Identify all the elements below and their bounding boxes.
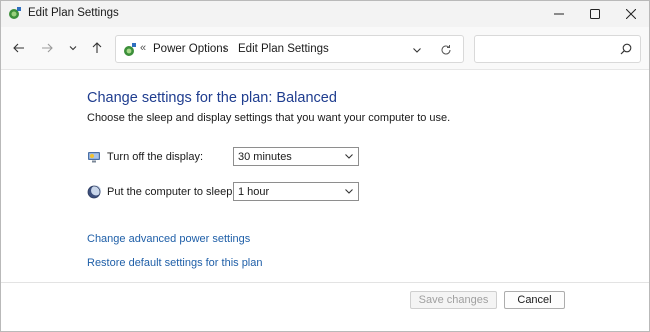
- advanced-power-settings-link[interactable]: Change advanced power settings: [87, 233, 250, 245]
- footer-divider: [1, 282, 649, 283]
- chevron-down-icon: [69, 46, 77, 51]
- page-title: Change settings for the plan: Balanced: [87, 90, 337, 106]
- address-bar[interactable]: « Power Options › Edit Plan Settings: [115, 35, 464, 63]
- up-button[interactable]: [88, 39, 106, 57]
- back-arrow-icon: [13, 43, 24, 53]
- address-dropdown-button[interactable]: [410, 43, 424, 57]
- edit-plan-settings-window: Edit Plan Settings « Power Options › Edi…: [0, 0, 650, 332]
- display-timeout-value: 30 minutes: [238, 151, 292, 163]
- breadcrumb-power-options[interactable]: Power Options: [153, 43, 228, 55]
- navigation-bar: « Power Options › Edit Plan Settings: [1, 27, 649, 70]
- sleep-timeout-select[interactable]: 1 hour: [233, 182, 359, 201]
- monitor-icon: [88, 152, 100, 163]
- power-options-icon: [124, 43, 136, 56]
- cancel-button[interactable]: Cancel: [504, 291, 565, 309]
- minimize-icon: [554, 13, 564, 15]
- refresh-icon: [441, 45, 451, 55]
- forward-button[interactable]: [38, 39, 56, 57]
- sleep-timeout-value: 1 hour: [238, 186, 270, 198]
- window-title: Edit Plan Settings: [28, 7, 119, 19]
- search-icon[interactable]: [619, 42, 633, 56]
- sleep-timeout-label: Put the computer to sleep:: [107, 186, 236, 198]
- search-box[interactable]: [474, 35, 641, 63]
- close-icon: [626, 9, 636, 19]
- title-bar: Edit Plan Settings: [1, 1, 649, 27]
- chevron-down-icon: [345, 189, 353, 194]
- moon-icon: [87, 185, 101, 199]
- forward-arrow-icon: [42, 43, 53, 53]
- close-button[interactable]: [609, 1, 650, 27]
- display-timeout-label: Turn off the display:: [107, 151, 203, 163]
- breadcrumb-overflow[interactable]: «: [140, 42, 146, 54]
- display-timeout-select[interactable]: 30 minutes: [233, 147, 359, 166]
- breadcrumb-arrow-icon[interactable]: ›: [223, 43, 227, 55]
- up-arrow-icon: [92, 42, 102, 53]
- recent-locations-button[interactable]: [64, 39, 82, 57]
- page-description: Choose the sleep and display settings th…: [87, 112, 451, 124]
- breadcrumb-edit-plan-settings[interactable]: Edit Plan Settings: [238, 43, 329, 55]
- chevron-down-icon: [413, 48, 421, 53]
- search-input[interactable]: [481, 40, 611, 58]
- restore-defaults-link[interactable]: Restore default settings for this plan: [87, 257, 262, 269]
- refresh-button[interactable]: [438, 42, 454, 58]
- power-options-app-icon: [9, 7, 21, 19]
- chevron-down-icon: [345, 154, 353, 159]
- maximize-icon: [590, 9, 600, 19]
- save-changes-button[interactable]: Save changes: [410, 291, 497, 309]
- back-button[interactable]: [10, 39, 28, 57]
